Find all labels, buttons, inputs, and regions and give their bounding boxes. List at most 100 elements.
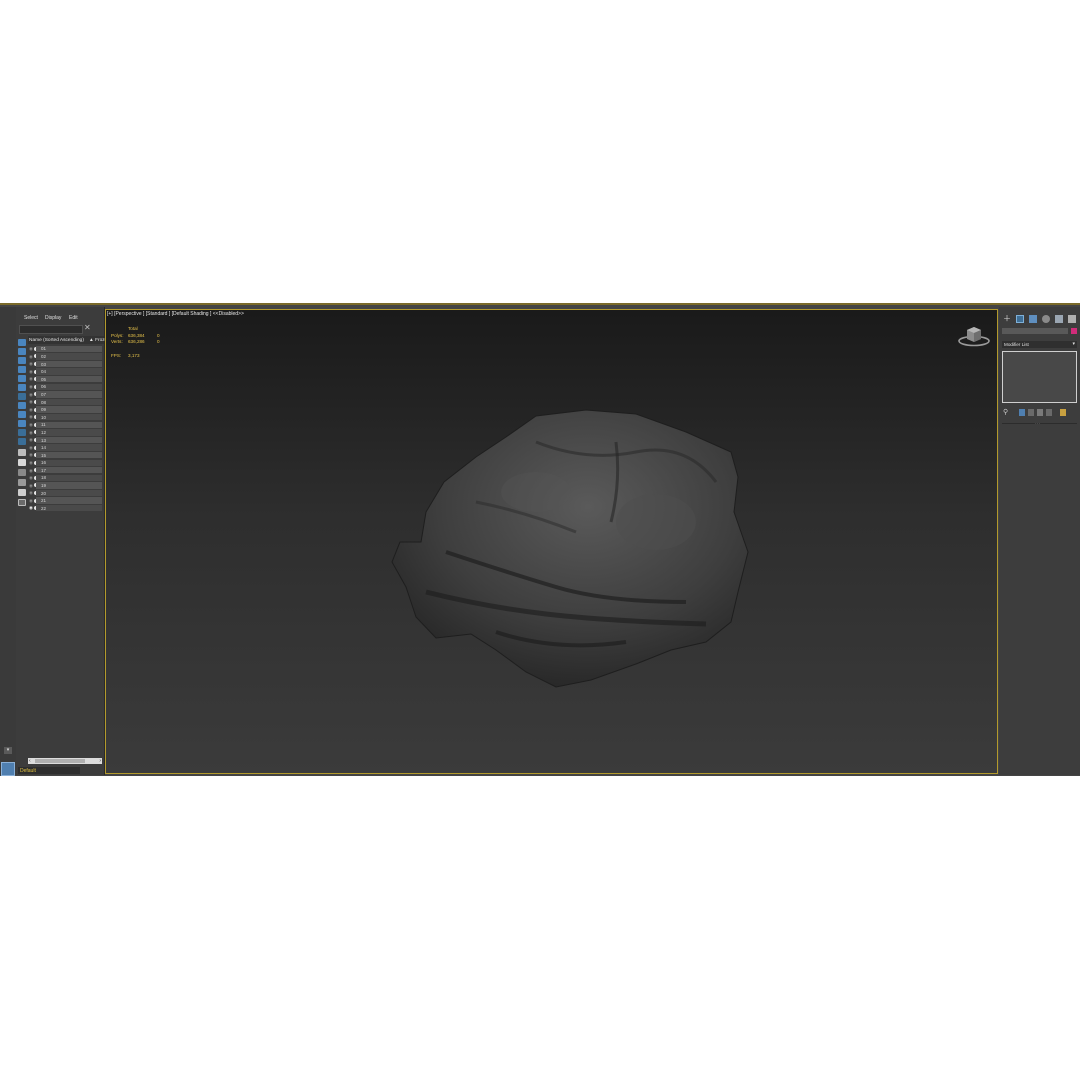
modifier-stack[interactable]	[1002, 351, 1077, 403]
geometry-filter-icon[interactable]	[18, 348, 26, 355]
modify-tab-icon[interactable]	[1016, 315, 1024, 323]
bone-filter-icon[interactable]	[18, 420, 26, 427]
motion-tab-icon[interactable]	[1042, 315, 1050, 323]
all-filter-icon[interactable]	[18, 459, 26, 466]
eye-icon[interactable]: ◉	[29, 354, 33, 360]
clear-search-icon[interactable]: ✕	[84, 323, 91, 332]
eye-icon[interactable]: ◉	[29, 490, 33, 496]
eye-icon[interactable]: ◉	[29, 384, 33, 390]
list-item[interactable]: ◉ 16	[28, 459, 102, 467]
list-item[interactable]: ◉ 17	[28, 467, 102, 475]
hierarchy-tab-icon[interactable]	[1029, 315, 1037, 323]
display-none-icon[interactable]	[18, 339, 26, 346]
eye-icon[interactable]: ◉	[29, 505, 33, 511]
down-arrow-button[interactable]: ▾	[4, 747, 12, 754]
modifier-list-dropdown[interactable]: Modifier List ▾	[1002, 341, 1077, 348]
eye-icon[interactable]: ◉	[29, 414, 33, 420]
list-item[interactable]: ◉ 03	[28, 360, 102, 368]
container-filter-icon[interactable]	[18, 429, 26, 436]
list-item[interactable]: ◉ 12	[28, 429, 102, 437]
scroll-thumb[interactable]	[35, 759, 85, 763]
eye-icon[interactable]: ◉	[29, 475, 33, 481]
hierarchy-icon[interactable]	[18, 479, 26, 486]
eye-icon[interactable]: ◉	[29, 376, 33, 382]
create-tab-icon[interactable]: ＋	[1003, 315, 1011, 323]
layer-explorer-icon[interactable]	[18, 499, 26, 506]
active-tool-tile[interactable]	[1, 762, 15, 776]
explorer-horizontal-scrollbar[interactable]: ‹ ›	[28, 758, 102, 764]
eye-icon[interactable]: ◉	[29, 498, 33, 504]
make-unique-icon[interactable]	[1028, 409, 1034, 416]
viewport-label-menu[interactable]: [+] [Perspective ] [Standard ] [Default …	[107, 311, 244, 317]
rock-mesh-model[interactable]	[386, 402, 766, 694]
camera-filter-icon[interactable]	[18, 375, 26, 382]
remove-modifier-icon[interactable]	[1037, 409, 1043, 416]
invert-filter-icon[interactable]	[18, 469, 26, 476]
eye-icon[interactable]: ◉	[29, 346, 33, 352]
eye-icon[interactable]: ◉	[29, 422, 33, 428]
menu-display[interactable]: Display	[45, 315, 61, 321]
viewcube-icon[interactable]	[957, 324, 991, 348]
list-item[interactable]: ◉ 20	[28, 489, 102, 497]
pin-stack-icon[interactable]: ⚲	[1003, 409, 1009, 416]
shape-filter-icon[interactable]	[18, 357, 26, 364]
current-layer-field[interactable]: Default	[18, 767, 80, 774]
hidden-filter-icon[interactable]	[18, 449, 26, 456]
explorer-column-header[interactable]: Name (Sorted Ascending) ▲ Froze	[28, 336, 107, 344]
eye-icon[interactable]: ◉	[29, 468, 33, 474]
eye-icon[interactable]: ◉	[29, 361, 33, 367]
list-item[interactable]: ◉ 11	[28, 421, 102, 429]
frozen-filter-icon[interactable]	[18, 438, 26, 445]
explorer-filter-icons	[16, 335, 28, 515]
eye-icon[interactable]: ◉	[29, 452, 33, 458]
menu-edit[interactable]: Edit	[69, 315, 78, 321]
eye-icon[interactable]: ◉	[29, 369, 33, 375]
list-item[interactable]: ◉ 05	[28, 375, 102, 383]
list-item[interactable]: ◉ 14	[28, 444, 102, 452]
perspective-viewport[interactable]: [+] [Perspective ] [Standard ] [Default …	[105, 309, 998, 774]
spacewarp-filter-icon[interactable]	[18, 393, 26, 400]
menu-select[interactable]: Select	[24, 315, 38, 321]
modifier-sets-icon[interactable]	[1060, 409, 1066, 416]
list-item[interactable]: ◉ 02	[28, 353, 102, 361]
scroll-right-icon[interactable]: ›	[99, 758, 101, 764]
light-filter-icon[interactable]	[18, 366, 26, 373]
list-item[interactable]: ◉ 15	[28, 451, 102, 459]
eye-icon[interactable]: ◉	[29, 445, 33, 451]
object-color-swatch[interactable]	[1071, 328, 1077, 334]
list-item[interactable]: ◉ 04	[28, 368, 102, 376]
eye-icon[interactable]: ◉	[29, 483, 33, 489]
eye-icon[interactable]: ◉	[29, 437, 33, 443]
list-item[interactable]: ◉ 18	[28, 474, 102, 482]
list-item[interactable]: ◉ 06	[28, 383, 102, 391]
helper-filter-icon[interactable]	[18, 384, 26, 391]
name-column-header[interactable]: Name (Sorted Ascending)	[29, 338, 84, 343]
scroll-left-icon[interactable]: ‹	[29, 758, 31, 764]
list-item[interactable]: ◉ 08	[28, 398, 102, 406]
scene-explorer: Select Display Edit ✕ Name (Sorted Ascen…	[16, 307, 107, 775]
list-item[interactable]: ◉ 09	[28, 406, 102, 414]
explorer-search-input[interactable]	[19, 325, 83, 334]
explorer-object-list: ◉ 01 ◉ 02 ◉ 03 ◉ 04 ◉ 05 ◉ 06 ◉ 07 ◉ 08 ◉ 09 ◉ 10 …	[28, 345, 102, 512]
eye-icon[interactable]: ◉	[29, 399, 33, 405]
list-item-selected[interactable]: ◉ 22	[28, 504, 102, 512]
show-end-result-icon[interactable]	[1019, 409, 1025, 416]
eye-icon[interactable]: ◉	[29, 392, 33, 398]
list-item[interactable]: ◉ 10	[28, 413, 102, 421]
object-name-input[interactable]	[1002, 328, 1068, 334]
list-item[interactable]: ◉ 13	[28, 436, 102, 444]
configure-sets-icon[interactable]	[1046, 409, 1052, 416]
group-filter-icon[interactable]	[18, 402, 26, 409]
xref-filter-icon[interactable]	[18, 411, 26, 418]
eye-icon[interactable]: ◉	[29, 407, 33, 413]
funnel-filter-icon[interactable]	[18, 489, 26, 496]
utilities-tab-icon[interactable]	[1068, 315, 1076, 323]
list-item[interactable]: ◉ 19	[28, 482, 102, 490]
list-item[interactable]: ◉ 07	[28, 391, 102, 399]
list-item[interactable]: ◉ 01	[28, 345, 102, 353]
display-tab-icon[interactable]	[1055, 315, 1063, 323]
resize-handle-icon[interactable]: ···	[1035, 421, 1040, 427]
list-item[interactable]: ◉ 21	[28, 497, 102, 505]
eye-icon[interactable]: ◉	[29, 430, 33, 436]
eye-icon[interactable]: ◉	[29, 460, 33, 466]
